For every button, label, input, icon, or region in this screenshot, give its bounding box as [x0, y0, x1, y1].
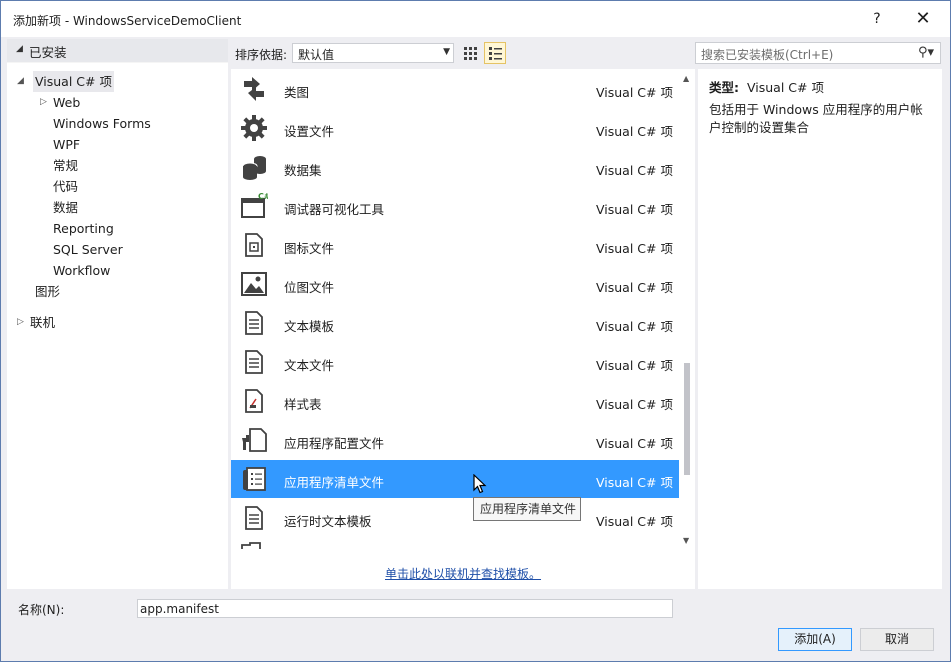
sort-value: 默认值 [298, 48, 335, 62]
config-file-icon [242, 428, 267, 452]
tree-node-workflow[interactable]: Workflow [7, 260, 228, 281]
collapse-arrow-icon[interactable]: ◢ [16, 44, 23, 54]
expand-arrow-icon[interactable]: ▷ [40, 92, 47, 113]
debugger-visualizer-icon: C# [241, 192, 268, 218]
list-item[interactable]: 应用程序配置文件 Visual C# 项 [231, 421, 679, 459]
cancel-button[interactable]: 取消 [860, 628, 934, 651]
tree-node-code[interactable]: 代码 [7, 176, 228, 197]
details-view-button[interactable] [484, 42, 506, 64]
add-button[interactable]: 添加(A) [778, 628, 852, 651]
search-placeholder: 搜索已安装模板(Ctrl+E) [701, 48, 834, 62]
tree-node-reporting[interactable]: Reporting [7, 218, 228, 239]
expand-arrow-icon[interactable]: ▷ [17, 312, 24, 333]
name-field[interactable] [137, 599, 673, 618]
tree-node-web[interactable]: ▷ Web [7, 92, 228, 113]
svg-text:C#: C# [258, 192, 268, 201]
item-description: 包括用于 Windows 应用程序的用户帐户控制的设置集合 [709, 102, 923, 135]
small-icons-view-button[interactable] [459, 42, 481, 64]
list-item[interactable]: 图标文件 Visual C# 项 [231, 226, 679, 264]
list-view-icon [489, 47, 502, 60]
sort-dropdown[interactable]: 默认值 ▼ [292, 43, 454, 63]
dataset-icon [242, 156, 266, 180]
bitmap-icon [241, 272, 267, 296]
scroll-down-icon[interactable]: ▼ [683, 536, 689, 545]
add-new-item-dialog: 添加新项 - WindowsServiceDemoClient ? ✕ ◢ 已安… [0, 0, 951, 662]
list-item[interactable]: 设置文件 Visual C# 项 [231, 109, 679, 147]
details-pane: 类型: Visual C# 项 包括用于 Windows 应用程序的用户帐户控制的… [698, 69, 942, 589]
mouse-cursor-icon [473, 474, 487, 494]
class-diagram-icon [244, 77, 264, 101]
tree-body: ◢ Visual C# 项 ▷ Web Windows Forms WPF 常规… [7, 63, 228, 589]
list-item[interactable]: 位图文件 Visual C# 项 [231, 265, 679, 303]
type-label: 类型: [709, 80, 739, 95]
text-file-icon [245, 350, 263, 374]
list-item[interactable]: 样式表 Visual C# 项 [231, 382, 679, 420]
help-button[interactable]: ? [863, 7, 891, 31]
collapse-arrow-icon[interactable]: ◢ [17, 71, 24, 92]
type-value: Visual C# 项 [747, 80, 824, 95]
type-line: 类型: Visual C# 项 [709, 77, 824, 96]
item-tooltip: 应用程序清单文件 [473, 497, 581, 521]
tree-node-installed[interactable]: ◢ 已安装 [7, 39, 228, 62]
stylesheet-icon [245, 389, 263, 413]
list-item[interactable]: C# 调试器可视化工具 Visual C# 项 [231, 187, 679, 225]
tree-node-visual-csharp[interactable]: ◢ Visual C# 项 [7, 71, 228, 92]
tree-node-windows-forms[interactable]: Windows Forms [7, 113, 228, 134]
search-icon[interactable]: ⚲▾ [918, 45, 934, 60]
partial-item-icon [241, 542, 261, 549]
title-bar: 添加新项 - WindowsServiceDemoClient ? ✕ [1, 1, 950, 37]
list-item[interactable]: 文本模板 Visual C# 项 [231, 304, 679, 342]
category-tree: ◢ 已安装 ◢ Visual C# 项 ▷ Web Windows Forms … [7, 39, 228, 589]
tree-node-sql-server[interactable]: SQL Server [7, 239, 228, 260]
scroll-up-icon[interactable]: ▲ [683, 74, 689, 83]
list-item[interactable]: 类图 Visual C# 项 [231, 70, 679, 108]
list-item[interactable]: 数据集 Visual C# 项 [231, 148, 679, 186]
text-template-icon [245, 311, 263, 335]
search-input[interactable]: 搜索已安装模板(Ctrl+E) ⚲▾ [695, 42, 941, 64]
tree-node-general[interactable]: 常规 [7, 155, 228, 176]
template-list: 类图 Visual C# 项 设置文件 Visual C# 项 数据集 Visu… [231, 69, 695, 589]
list-item-selected[interactable]: 应用程序清单文件 Visual C# 项 [231, 460, 679, 498]
gear-icon [241, 115, 267, 141]
runtime-text-template-icon [245, 506, 263, 530]
window-title: 添加新项 - WindowsServiceDemoClient [13, 14, 242, 28]
tree-node-online[interactable]: ▷ 联机 [7, 312, 228, 333]
icon-file-icon [245, 233, 263, 257]
find-online-templates-link[interactable]: 单击此处以联机并查找模板。 [385, 565, 541, 582]
tree-node-graphics[interactable]: 图形 [7, 281, 228, 302]
list-scrollbar[interactable]: ▲ ▼ [679, 69, 695, 549]
manifest-icon [243, 467, 266, 491]
chevron-down-icon: ▼ [443, 47, 450, 57]
tree-node-data[interactable]: 数据 [7, 197, 228, 218]
sort-label: 排序依据: [235, 48, 288, 62]
scroll-thumb[interactable] [684, 363, 690, 475]
close-button[interactable]: ✕ [909, 7, 937, 31]
list-item[interactable]: 运行时文本模板 Visual C# 项 [231, 499, 679, 537]
list-item[interactable]: 文本文件 Visual C# 项 [231, 343, 679, 381]
grid-view-icon [464, 47, 477, 60]
name-label: 名称(N): [18, 603, 65, 617]
tree-node-wpf[interactable]: WPF [7, 134, 228, 155]
